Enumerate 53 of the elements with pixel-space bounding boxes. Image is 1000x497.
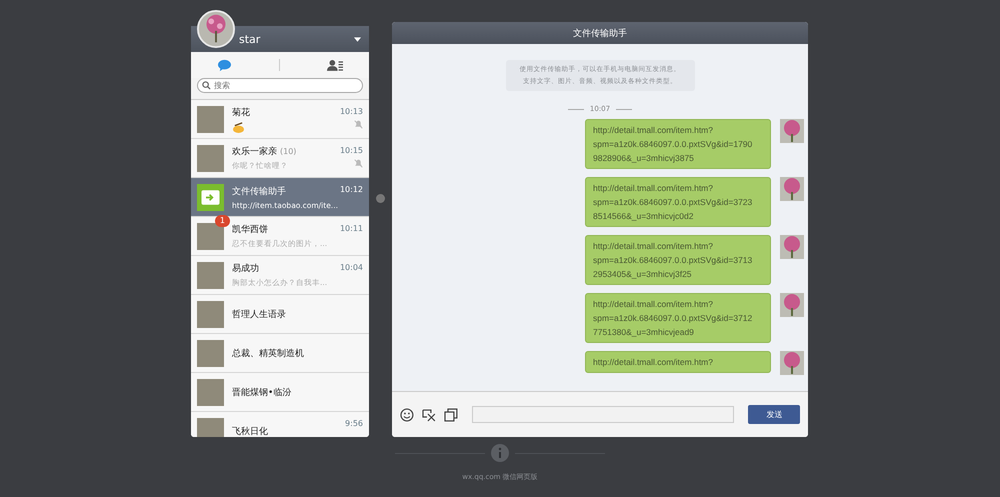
conversation-name: 晋能煤钢•临汾 [232, 386, 292, 398]
folder-icon [197, 184, 224, 210]
tree-avatar-icon[interactable] [197, 10, 235, 48]
conversation-name: 总裁、精英制造机 [232, 348, 304, 360]
photo-placeholder [197, 300, 224, 328]
smiley-icon[interactable] [400, 408, 414, 422]
member-count: (10) [280, 147, 296, 156]
screenshot-scissors-icon[interactable] [422, 408, 436, 422]
tree-avatar-icon [780, 293, 804, 317]
message-bubble: http://detail.tmall.com/item.htm? spm=a1z0k.6846097.0.0.pxtSVg&id=3713 2953405&_u=3mhicvj3f25 [585, 235, 771, 285]
tree-avatar-icon [780, 119, 804, 143]
message-time: 10:15 [340, 146, 363, 155]
tree-avatar-icon [780, 235, 804, 259]
photo-placeholder [197, 340, 224, 366]
conversation-item[interactable]: 晋能煤钢•临汾 [191, 373, 369, 412]
copy-icon[interactable] [444, 408, 458, 422]
conversation-item[interactable]: 总裁、精英制造机 [191, 334, 369, 373]
conversation-name: 飞秋日化 [232, 426, 268, 437]
conversation-name: 凯华西饼 [232, 224, 268, 236]
conversation-name: 哲理人生语录 [232, 308, 286, 320]
message-time: 9:56 [345, 419, 363, 428]
photo-placeholder [197, 262, 224, 288]
send-button[interactable]: 发送 [748, 405, 800, 424]
photo-placeholder [197, 222, 224, 250]
conversation-item[interactable]: 飞秋日化 9:56 [191, 412, 369, 437]
message-bubble: http://detail.tmall.com/item.htm? [585, 351, 771, 373]
message-time: 10:11 [340, 224, 363, 233]
chat-bubble-icon [217, 58, 232, 72]
message-time: 10:13 [340, 107, 363, 116]
conversation-item[interactable]: 菊花 10:13 [191, 100, 369, 139]
message-time: 10:12 [340, 185, 363, 194]
message-bubble: http://detail.tmall.com/item.htm? spm=a1z0k.6846097.0.0.pxtSVg&id=3712 7751380&_u=3mhicvjead9 [585, 293, 771, 343]
photo-placeholder [197, 144, 224, 172]
conversation-name: 欢乐一家亲 [232, 146, 277, 158]
message-bubble: http://detail.tmall.com/item.htm? spm=a1z0k.6846097.0.0.pxtSVg&id=1790 9828906&_u=3mhicvj3875 [585, 119, 771, 169]
caret-icon[interactable] [354, 36, 361, 42]
photo-placeholder [197, 418, 224, 437]
panel-handle[interactable] [376, 194, 385, 203]
photo-placeholder [197, 378, 224, 406]
photo-placeholder [197, 106, 224, 132]
message-time: 10:04 [340, 263, 363, 272]
chat-title: 文件传输助手 [573, 28, 627, 40]
message-bubble: http://detail.tmall.com/item.htm? spm=a1z0k.6846097.0.0.pxtSVg&id=3723 8514566&_u=3mhicvjc0d2 [585, 177, 771, 227]
message-input[interactable] [472, 406, 734, 423]
contacts-icon [326, 58, 343, 72]
conversation-name: 文件传输助手 [232, 186, 286, 198]
search-field[interactable]: 搜索 [197, 78, 363, 93]
user-name: star [239, 32, 262, 46]
conversation-item[interactable]: 哲理人生语录 [191, 295, 369, 334]
conversation-name: 易成功 [232, 262, 259, 275]
conversation-name: 菊花 [232, 106, 250, 118]
tree-avatar-icon [780, 177, 804, 201]
tree-avatar-icon [780, 351, 804, 375]
